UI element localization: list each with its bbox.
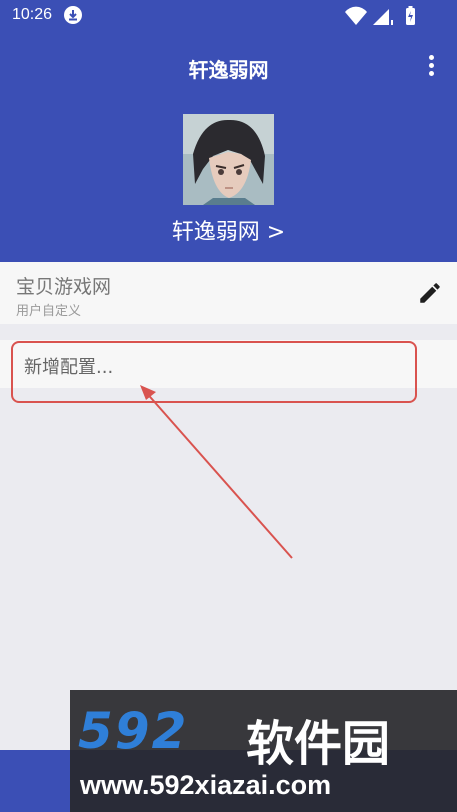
status-time: 10:26 [12, 6, 53, 23]
watermark: 592 软件园 www.592xiazai.com [70, 690, 457, 812]
watermark-url: www.592xiazai.com [80, 770, 332, 800]
more-vert-icon[interactable] [421, 52, 441, 82]
profile-row-subtitle: 用户自定义 [16, 304, 82, 319]
avatar[interactable] [183, 114, 274, 205]
download-icon [64, 6, 82, 24]
profile-row[interactable]: 宝贝游戏网 用户自定义 [0, 262, 457, 324]
wifi-icon [345, 6, 367, 26]
edit-icon[interactable] [417, 280, 443, 306]
battery-icon [406, 6, 415, 25]
app-header: 轩逸弱网 轩逸弱网 > [0, 32, 457, 262]
status-bar: 10:26 [0, 0, 457, 32]
page-title: 轩逸弱网 [188, 58, 269, 82]
screen: 10:26 轩逸弱网 轩逸弱网 > 宝贝游戏网 用户自定义 新增配置... 59… [0, 0, 457, 812]
annotation-arrow [140, 385, 293, 559]
watermark-logo: 592 [78, 702, 189, 760]
profile-row-title: 宝贝游戏网 [16, 276, 112, 298]
watermark-brand: 软件园 [246, 716, 391, 772]
profile-name[interactable]: 轩逸弱网 > [0, 214, 457, 246]
signal-icon [373, 9, 393, 25]
status-icons [343, 6, 423, 26]
